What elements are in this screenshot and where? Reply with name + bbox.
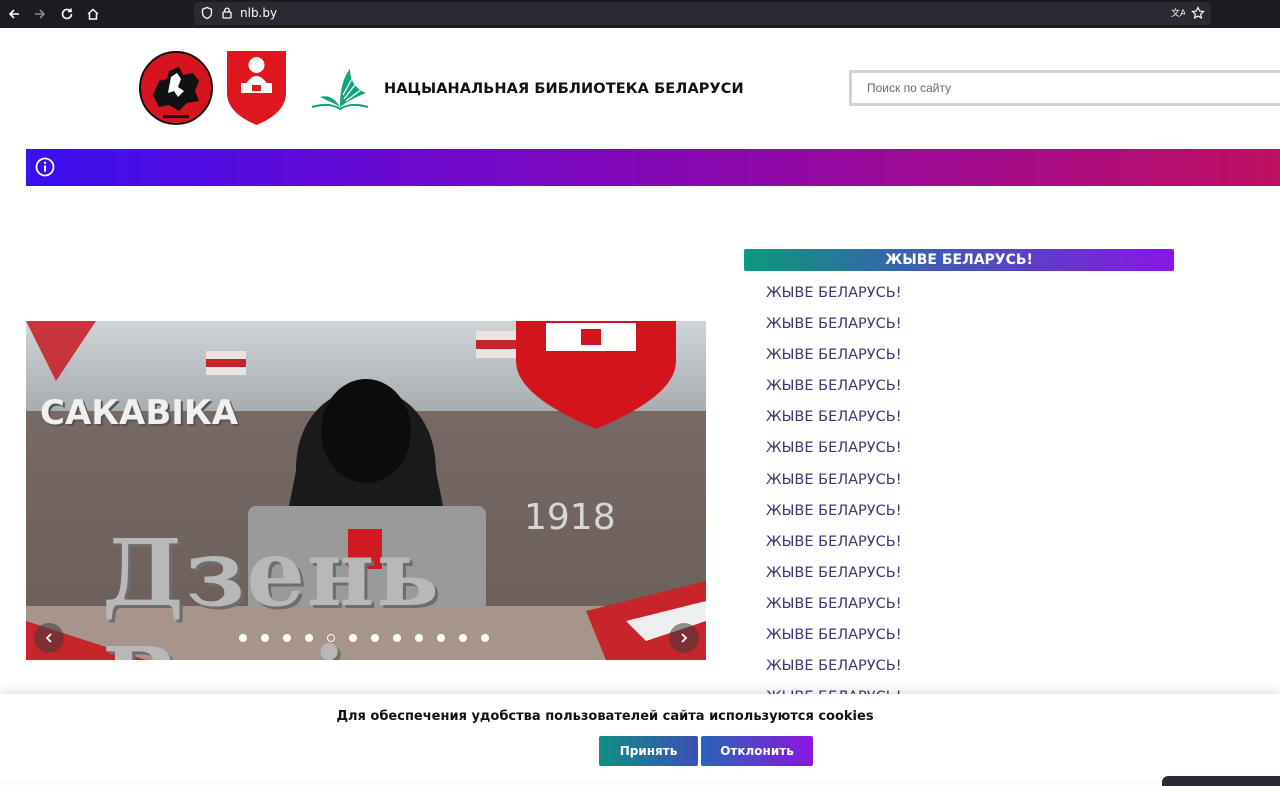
slider-dot[interactable]: [305, 634, 313, 642]
url-text[interactable]: nlb.by: [240, 6, 277, 20]
slider-dot[interactable]: [437, 634, 445, 642]
cookie-text: Для обеспечения удобства пользователей с…: [336, 709, 874, 724]
side-panel-link[interactable]: ЖЫВЕ БЕЛАРУСЬ!: [766, 592, 1166, 623]
side-panel-link[interactable]: ЖЫВЕ БЕЛАРУСЬ!: [766, 499, 1166, 530]
side-panel-link[interactable]: ЖЫВЕ БЕЛАРУСЬ!: [766, 343, 1166, 374]
image-slider[interactable]: САКАВІКА 1918 Дзень Волі: [26, 321, 706, 660]
chevron-left-icon: [45, 633, 52, 643]
side-panel-link[interactable]: ЖЫВЕ БЕЛАРУСЬ!: [766, 374, 1166, 405]
slider-dot[interactable]: [393, 634, 401, 642]
home-icon[interactable]: [83, 4, 103, 24]
lock-icon[interactable]: [220, 6, 234, 20]
corner-widget-tab[interactable]: [1162, 776, 1280, 786]
slider-next-button[interactable]: [669, 623, 699, 653]
site-title[interactable]: НАЦЫАНАЛЬНАЯ БИБЛИОТЕКА БЕЛАРУСИ: [384, 81, 744, 97]
side-panel-link[interactable]: ЖЫВЕ БЕЛАРУСЬ!: [766, 530, 1166, 561]
side-panel-link[interactable]: ЖЫВЕ БЕЛАРУСЬ!: [766, 623, 1166, 654]
side-panel-link[interactable]: ЖЫВЕ БЕЛАРУСЬ!: [766, 312, 1166, 343]
slider-prev-button[interactable]: [34, 623, 64, 653]
chevron-right-icon: [681, 633, 688, 643]
reload-icon[interactable]: [57, 4, 77, 24]
side-panel-link[interactable]: ЖЫВЕ БЕЛАРУСЬ!: [766, 561, 1166, 592]
side-panel-heading[interactable]: ЖЫВЕ БЕЛАРУСЬ!: [744, 249, 1174, 271]
slider-dot[interactable]: [327, 634, 335, 642]
decline-cookies-button[interactable]: Отклонить: [701, 736, 813, 766]
forward-icon[interactable]: [30, 4, 50, 24]
info-banner[interactable]: [26, 149, 1280, 186]
browser-toolbar: nlb.by 文A: [0, 0, 1280, 28]
slide-date-text: САКАВІКА: [40, 393, 239, 433]
slider-dot[interactable]: [349, 634, 357, 642]
slider-dot[interactable]: [283, 634, 291, 642]
side-panel-link[interactable]: ЖЫВЕ БЕЛАРУСЬ!: [766, 654, 1166, 685]
side-panel-link[interactable]: ЖЫВЕ БЕЛАРУСЬ!: [766, 468, 1166, 499]
cookie-banner: Для обеспечения удобства пользователей с…: [0, 694, 1280, 781]
slider-dot[interactable]: [371, 634, 379, 642]
slider-dot[interactable]: [415, 634, 423, 642]
svg-text:文A: 文A: [1171, 7, 1185, 19]
slider-dots: [239, 634, 489, 642]
translate-icon[interactable]: 文A: [1171, 6, 1187, 20]
search-box[interactable]: [849, 70, 1280, 106]
side-panel-link[interactable]: ЖЫВЕ БЕЛАРУСЬ!: [766, 436, 1166, 467]
bookmark-star-icon[interactable]: [1191, 6, 1205, 20]
library-book-logo[interactable]: [310, 67, 370, 111]
slider-dot[interactable]: [239, 634, 247, 642]
info-icon[interactable]: [35, 157, 55, 177]
shield-icon[interactable]: [200, 6, 214, 20]
slider-dot[interactable]: [459, 634, 467, 642]
back-icon[interactable]: [4, 4, 24, 24]
slider-dot[interactable]: [261, 634, 269, 642]
side-panel-link[interactable]: ЖЫВЕ БЕЛАРУСЬ!: [766, 405, 1166, 436]
side-panel-list: ЖЫВЕ БЕЛАРУСЬ! ЖЫВЕ БЕЛАРУСЬ! ЖЫВЕ БЕЛАРУС…: [766, 281, 1166, 695]
shield-emblem-logo[interactable]: [225, 49, 288, 126]
side-panel-link[interactable]: ЖЫВЕ БЕЛАРУСЬ!: [766, 281, 1166, 312]
search-input[interactable]: [852, 73, 1280, 103]
address-bar[interactable]: nlb.by 文A: [194, 2, 1211, 25]
slider-dot[interactable]: [481, 634, 489, 642]
accept-cookies-button[interactable]: Принять: [599, 736, 698, 766]
pahonia-logo[interactable]: [139, 51, 213, 125]
